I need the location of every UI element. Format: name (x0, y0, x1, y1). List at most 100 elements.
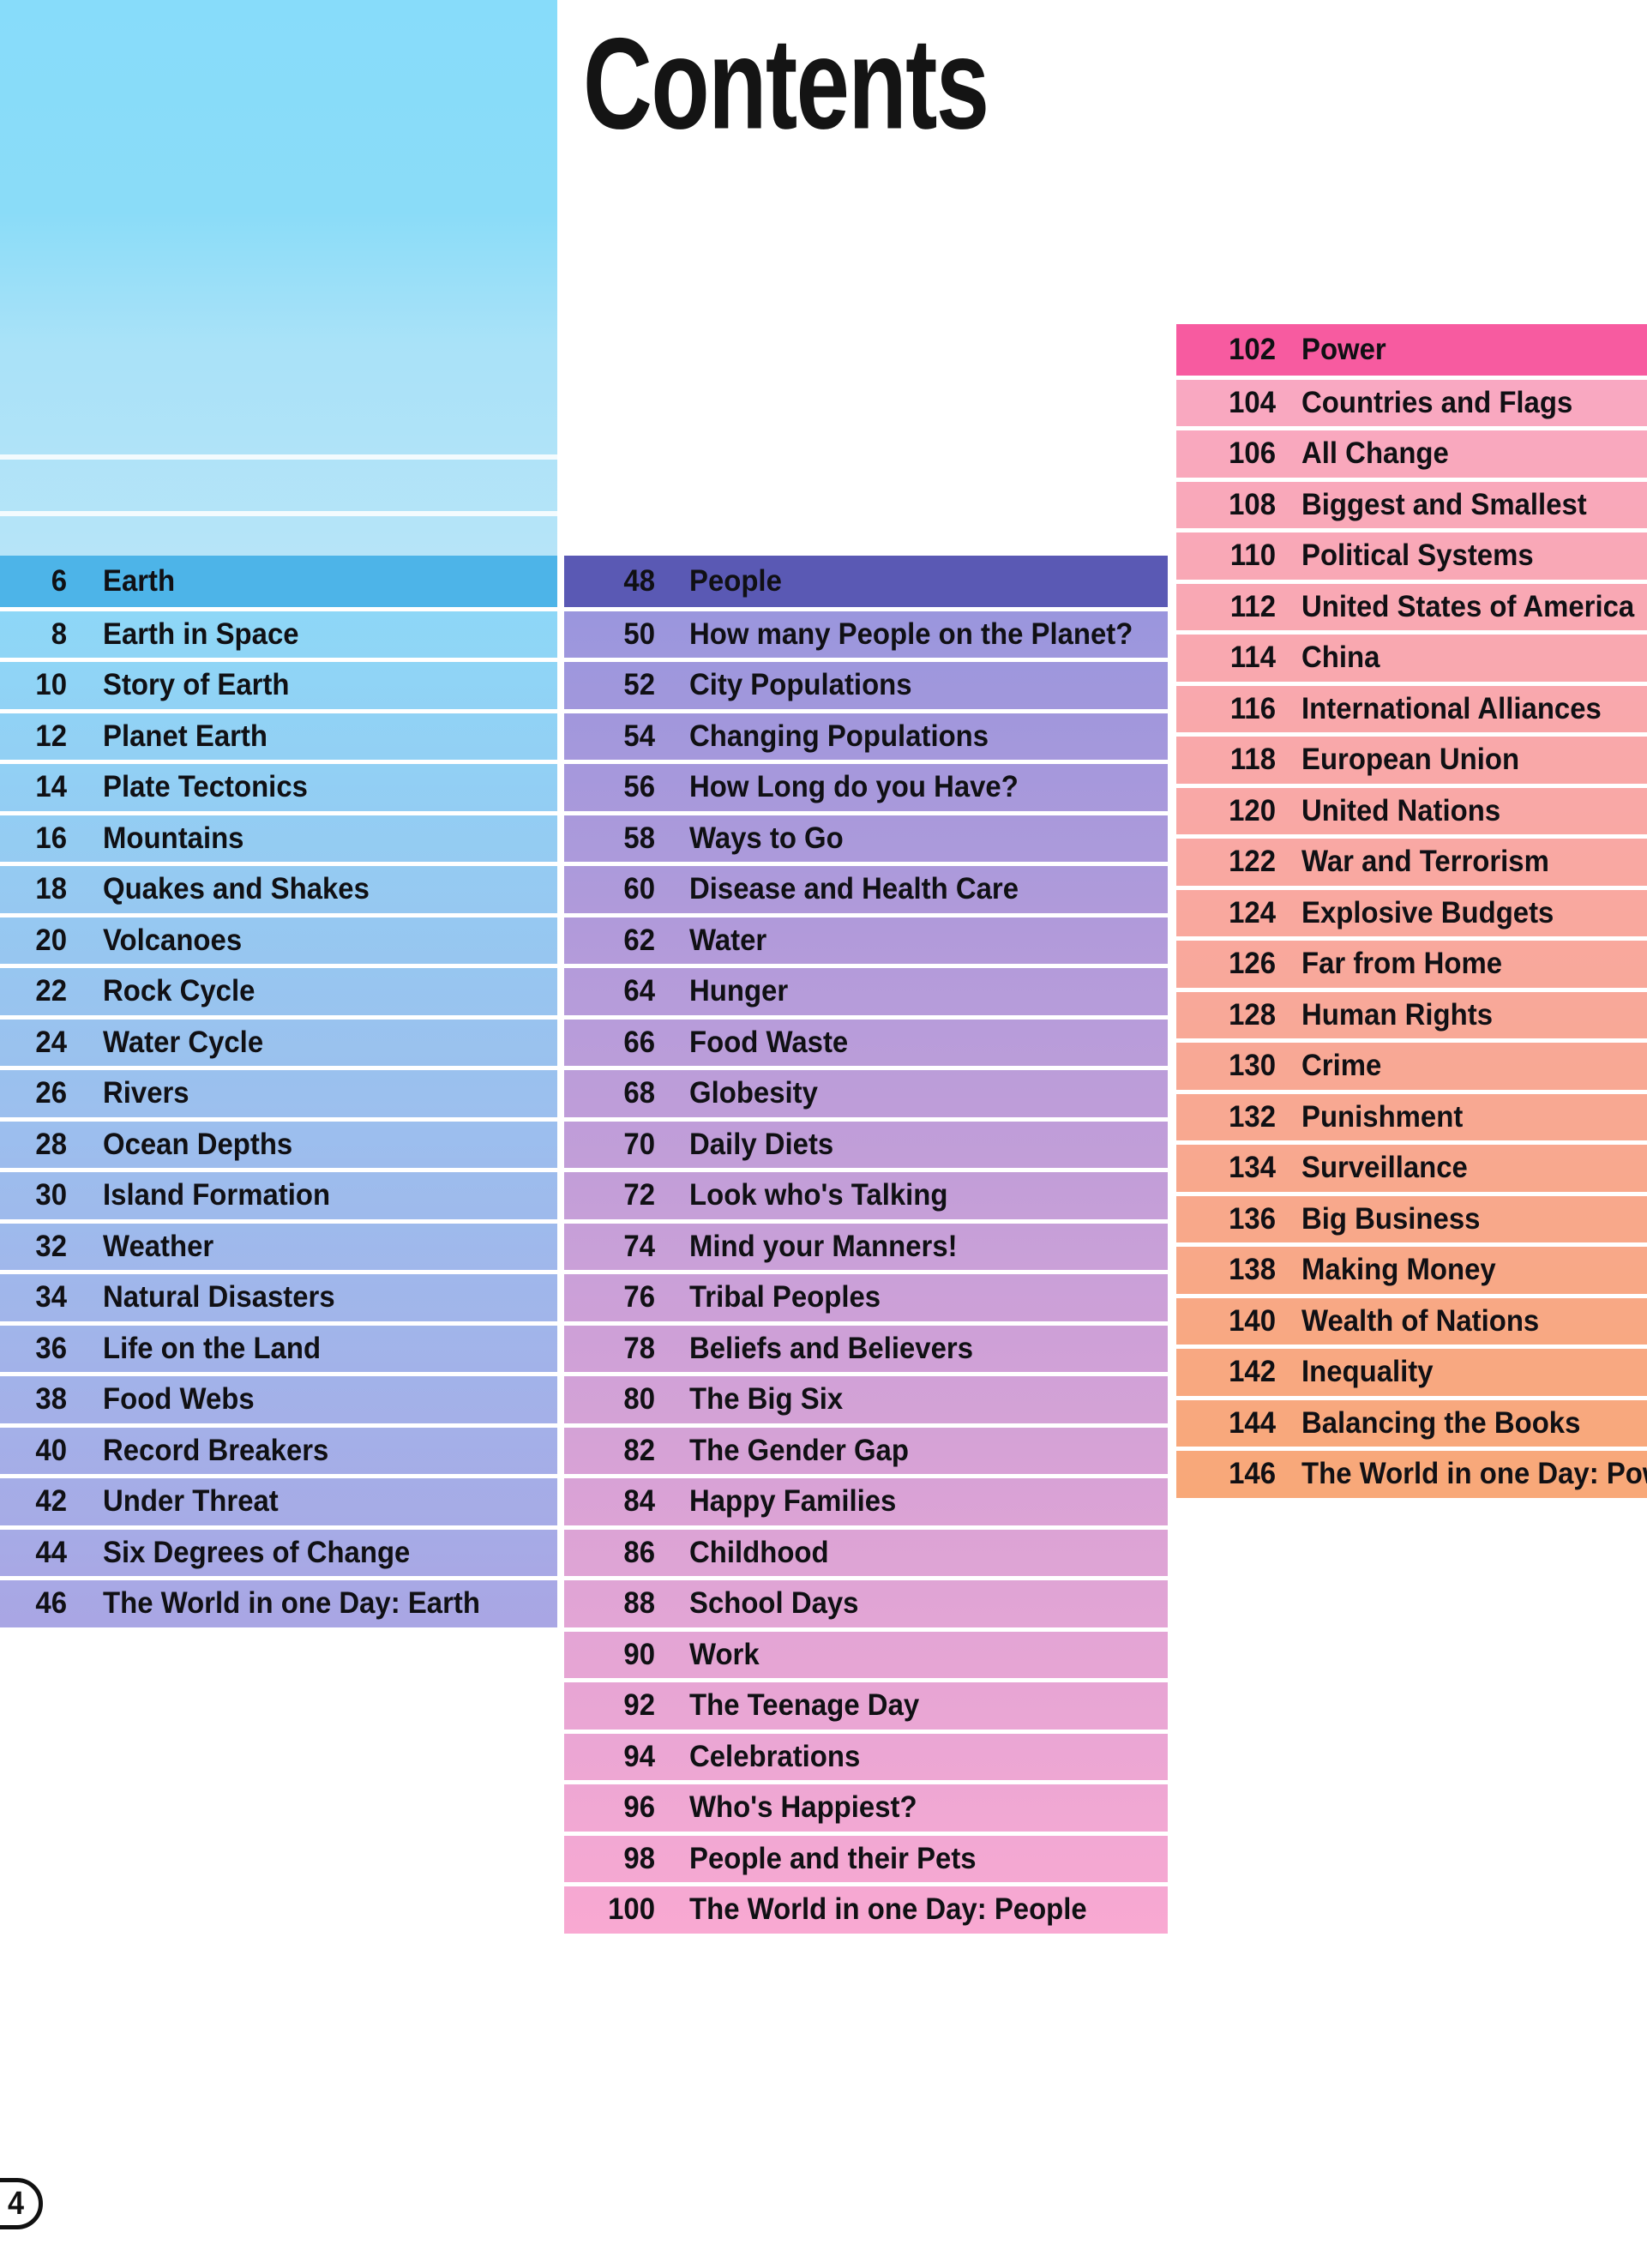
contents-row-page-number: 146 (1229, 1457, 1276, 1491)
contents-row[interactable]: 96 Who's Happiest? (564, 1780, 1168, 1832)
contents-row-title: Inequality (1301, 1355, 1434, 1389)
contents-row-title: Natural Disasters (103, 1280, 335, 1314)
contents-row[interactable]: 6 Earth (0, 556, 557, 607)
contents-row[interactable]: 46 The World in one Day: Earth (0, 1576, 557, 1627)
contents-row[interactable]: 116 International Alliances (1176, 681, 1647, 732)
contents-row-page-number: 68 (623, 1076, 655, 1110)
contents-row[interactable]: 106 All Change (1176, 426, 1647, 478)
contents-row-title: Island Formation (103, 1178, 331, 1212)
contents-row[interactable]: 74 Mind your Manners! (564, 1218, 1168, 1270)
contents-row[interactable]: 24 Water Cycle (0, 1014, 557, 1066)
contents-row-title: People (689, 563, 782, 598)
contents-row[interactable]: 66 Food Waste (564, 1014, 1168, 1066)
contents-row-title: School Days (689, 1586, 859, 1621)
contents-row[interactable]: 36 Life on the Land (0, 1320, 557, 1372)
contents-row[interactable]: 144 Balancing the Books (1176, 1395, 1647, 1447)
contents-row-page-number: 84 (623, 1484, 655, 1519)
contents-row[interactable]: 114 China (1176, 630, 1647, 682)
contents-row[interactable]: 34 Natural Disasters (0, 1270, 557, 1321)
contents-row[interactable]: 118 European Union (1176, 732, 1647, 784)
contents-row[interactable]: 48 People (564, 556, 1168, 607)
contents-row-title: Water (689, 923, 767, 957)
contents-row-title: Tribal Peoples (689, 1280, 881, 1314)
contents-row[interactable]: 110 Political Systems (1176, 528, 1647, 580)
contents-row[interactable]: 70 Daily Diets (564, 1116, 1168, 1168)
contents-row-title: Look who's Talking (689, 1178, 948, 1212)
contents-row[interactable]: 84 Happy Families (564, 1474, 1168, 1525)
contents-row[interactable]: 128 Human Rights (1176, 987, 1647, 1038)
contents-row[interactable]: 38 Food Webs (0, 1372, 557, 1423)
contents-row[interactable]: 130 Crime (1176, 1038, 1647, 1090)
contents-row[interactable]: 126 Far from Home (1176, 936, 1647, 988)
contents-row-title: Planet Earth (103, 719, 267, 753)
contents-row[interactable]: 56 How Long do you Have? (564, 760, 1168, 811)
contents-row-page-number: 78 (623, 1331, 655, 1365)
contents-row-page-number: 64 (623, 974, 655, 1008)
contents-row-title: Water Cycle (103, 1025, 264, 1059)
contents-row-page-number: 126 (1229, 947, 1276, 981)
contents-row-title: Weather (103, 1229, 214, 1263)
contents-row[interactable]: 44 Six Degrees of Change (0, 1525, 557, 1576)
contents-row[interactable]: 64 Hunger (564, 964, 1168, 1015)
contents-row-title: Biggest and Smallest (1301, 487, 1587, 521)
contents-row-page-number: 50 (623, 617, 655, 651)
contents-row[interactable]: 26 Rivers (0, 1066, 557, 1117)
contents-row-page-number: 12 (35, 719, 67, 753)
contents-row[interactable]: 102 Power (1176, 324, 1647, 376)
contents-row[interactable]: 122 War and Terrorism (1176, 834, 1647, 886)
contents-row[interactable]: 42 Under Threat (0, 1474, 557, 1525)
contents-row[interactable]: 68 Globesity (564, 1066, 1168, 1117)
contents-row-page-number: 122 (1229, 845, 1276, 879)
contents-row[interactable]: 80 The Big Six (564, 1372, 1168, 1423)
contents-row[interactable]: 20 Volcanoes (0, 912, 557, 964)
contents-row-page-number: 112 (1229, 589, 1276, 623)
contents-row[interactable]: 58 Ways to Go (564, 810, 1168, 862)
contents-row[interactable]: 140 Wealth of Nations (1176, 1293, 1647, 1345)
contents-row[interactable]: 142 Inequality (1176, 1345, 1647, 1396)
contents-row[interactable]: 12 Planet Earth (0, 708, 557, 760)
contents-row[interactable]: 8 Earth in Space (0, 606, 557, 658)
contents-row[interactable]: 136 Big Business (1176, 1191, 1647, 1242)
contents-row[interactable]: 82 The Gender Gap (564, 1423, 1168, 1474)
contents-row[interactable]: 120 United Nations (1176, 783, 1647, 834)
contents-row[interactable]: 146 The World in one Day: Power (1176, 1447, 1647, 1498)
contents-row[interactable]: 52 City Populations (564, 658, 1168, 709)
contents-row[interactable]: 100 The World in one Day: People (564, 1882, 1168, 1934)
contents-row-page-number: 38 (35, 1382, 67, 1417)
contents-row[interactable]: 62 Water (564, 912, 1168, 964)
contents-row[interactable]: 32 Weather (0, 1218, 557, 1270)
contents-row-page-number: 36 (35, 1331, 67, 1365)
contents-row[interactable]: 76 Tribal Peoples (564, 1270, 1168, 1321)
contents-row[interactable]: 16 Mountains (0, 810, 557, 862)
contents-row[interactable]: 50 How many People on the Planet? (564, 606, 1168, 658)
contents-row[interactable]: 86 Childhood (564, 1525, 1168, 1576)
contents-row-page-number: 76 (623, 1280, 655, 1314)
contents-row[interactable]: 28 Ocean Depths (0, 1116, 557, 1168)
contents-row[interactable]: 112 United States of America (1176, 579, 1647, 630)
contents-row[interactable]: 132 Punishment (1176, 1089, 1647, 1140)
contents-row[interactable]: 78 Beliefs and Believers (564, 1320, 1168, 1372)
contents-row[interactable]: 104 Countries and Flags (1176, 375, 1647, 426)
contents-row[interactable]: 72 Look who's Talking (564, 1168, 1168, 1219)
contents-row[interactable]: 18 Quakes and Shakes (0, 862, 557, 913)
contents-row[interactable]: 134 Surveillance (1176, 1140, 1647, 1192)
contents-row[interactable]: 88 School Days (564, 1576, 1168, 1627)
contents-row-page-number: 24 (35, 1025, 67, 1059)
contents-row[interactable]: 124 Explosive Budgets (1176, 885, 1647, 936)
contents-row[interactable]: 98 People and their Pets (564, 1831, 1168, 1882)
contents-row-title: Six Degrees of Change (103, 1535, 411, 1569)
contents-row[interactable]: 90 Work (564, 1627, 1168, 1678)
contents-row[interactable]: 10 Story of Earth (0, 658, 557, 709)
contents-row[interactable]: 40 Record Breakers (0, 1423, 557, 1474)
contents-row[interactable]: 138 Making Money (1176, 1242, 1647, 1294)
contents-row[interactable]: 108 Biggest and Smallest (1176, 477, 1647, 528)
contents-row-page-number: 90 (623, 1637, 655, 1671)
contents-row-page-number: 22 (35, 974, 67, 1008)
contents-row[interactable]: 94 Celebrations (564, 1729, 1168, 1780)
contents-row[interactable]: 14 Plate Tectonics (0, 760, 557, 811)
contents-row[interactable]: 22 Rock Cycle (0, 964, 557, 1015)
contents-row[interactable]: 92 The Teenage Day (564, 1678, 1168, 1730)
contents-row[interactable]: 54 Changing Populations (564, 708, 1168, 760)
contents-row[interactable]: 60 Disease and Health Care (564, 862, 1168, 913)
contents-row[interactable]: 30 Island Formation (0, 1168, 557, 1219)
